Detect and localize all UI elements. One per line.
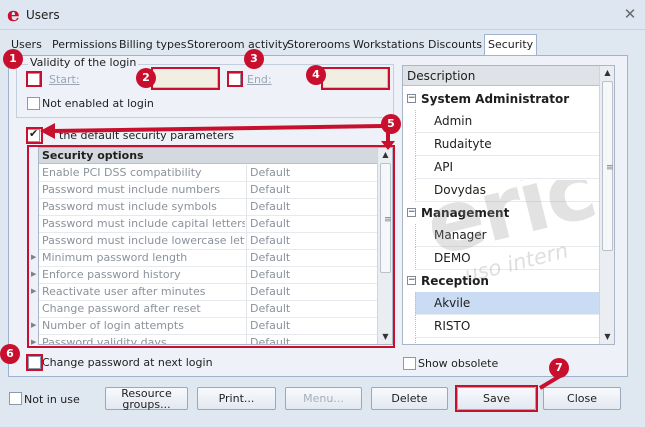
highlight-security-table: [27, 145, 395, 348]
not-enabled-checkbox[interactable]: [27, 97, 40, 110]
user-list-item[interactable]: Akvile: [415, 292, 599, 315]
end-label: End:: [247, 73, 272, 86]
show-obsolete-label: Show obsolete: [418, 357, 499, 370]
collapse-icon[interactable]: −: [407, 94, 416, 103]
user-list-item[interactable]: RISTO: [415, 315, 599, 338]
highlight-default-checkbox: [26, 127, 43, 144]
delete-button[interactable]: Delete: [371, 387, 448, 410]
annotation-badge-1: 1: [3, 49, 23, 69]
tab-security[interactable]: Security: [484, 34, 538, 56]
annotation-badge-5: 5: [381, 114, 401, 134]
collapse-icon[interactable]: −: [407, 208, 416, 217]
user-group-name: Reception: [421, 274, 489, 288]
user-list-item[interactable]: Manager: [415, 224, 599, 247]
grip-icon: ≡: [606, 163, 614, 173]
user-group-name: Management: [421, 206, 510, 220]
tab-workstations[interactable]: Workstations: [350, 37, 427, 54]
annotation-badge-6: 6: [0, 344, 20, 364]
print-button[interactable]: Print...: [197, 387, 276, 410]
user-list-item[interactable]: Admin: [415, 110, 599, 133]
close-icon[interactable]: ✕: [621, 6, 639, 22]
user-group-row[interactable]: − Management: [403, 202, 599, 224]
resource-groups-label-2: groups...: [122, 398, 171, 411]
show-obsolete-checkbox[interactable]: [403, 357, 416, 370]
default-params-label: the default security parameters: [59, 129, 234, 142]
scroll-down-icon[interactable]: ▼: [600, 330, 614, 344]
tab-discounts[interactable]: Discounts: [425, 37, 485, 54]
not-in-use-checkbox[interactable]: [9, 392, 22, 405]
validity-title: Validity of the login: [28, 56, 139, 69]
app-logo-icon: e: [7, 2, 20, 26]
annotation-badge-7: 7: [549, 358, 569, 378]
highlight-start-field: [151, 67, 220, 90]
scroll-thumb[interactable]: ≡: [602, 81, 614, 251]
collapse-icon[interactable]: −: [407, 276, 416, 285]
annotation-badge-4: 4: [306, 65, 326, 85]
highlight-change-password: [26, 354, 43, 371]
tab-billing-types[interactable]: Billing types: [116, 37, 190, 54]
scroll-up-icon[interactable]: ▲: [600, 66, 614, 80]
user-description-list: Description − System Administrator Admin Ru…: [402, 65, 615, 345]
description-header: Description: [403, 66, 599, 86]
description-scrollbar[interactable]: ▲ ≡ ▼: [599, 66, 614, 344]
change-password-label: Change password at next login: [42, 356, 213, 369]
not-in-use-label: Not in use: [24, 393, 80, 406]
title-bar: e Users ✕: [0, 0, 645, 30]
tab-permissions[interactable]: Permissions: [49, 37, 120, 54]
start-label: Start:: [49, 73, 80, 86]
tab-storeroom-activity[interactable]: Storeroom activity: [184, 37, 292, 54]
tab-storerooms[interactable]: Storerooms: [284, 37, 353, 54]
user-group-row[interactable]: − System Administrator: [403, 88, 599, 110]
highlight-start-checkbox: [26, 71, 42, 87]
user-list-item[interactable]: Rudaityte: [415, 133, 599, 156]
user-group-name: System Administrator: [421, 92, 570, 106]
user-list-item[interactable]: SPA1: [415, 338, 599, 344]
resource-groups-button[interactable]: Resource groups...: [105, 387, 188, 410]
highlight-save-button: [455, 385, 538, 412]
user-list-item[interactable]: Dovydas: [415, 179, 599, 202]
user-group-row[interactable]: − Reception: [403, 270, 599, 292]
annotation-badge-2: 2: [136, 68, 156, 88]
highlight-end-checkbox: [227, 71, 243, 87]
window-title: Users: [26, 8, 60, 22]
user-list-item[interactable]: DEMO: [415, 247, 599, 270]
annotation-badge-3: 3: [244, 49, 264, 69]
highlight-end-field: [321, 67, 390, 90]
menu-button[interactable]: Menu...: [285, 387, 362, 410]
close-button[interactable]: Close: [543, 387, 621, 410]
user-list-item[interactable]: API: [415, 156, 599, 179]
not-enabled-label: Not enabled at login: [42, 97, 154, 110]
